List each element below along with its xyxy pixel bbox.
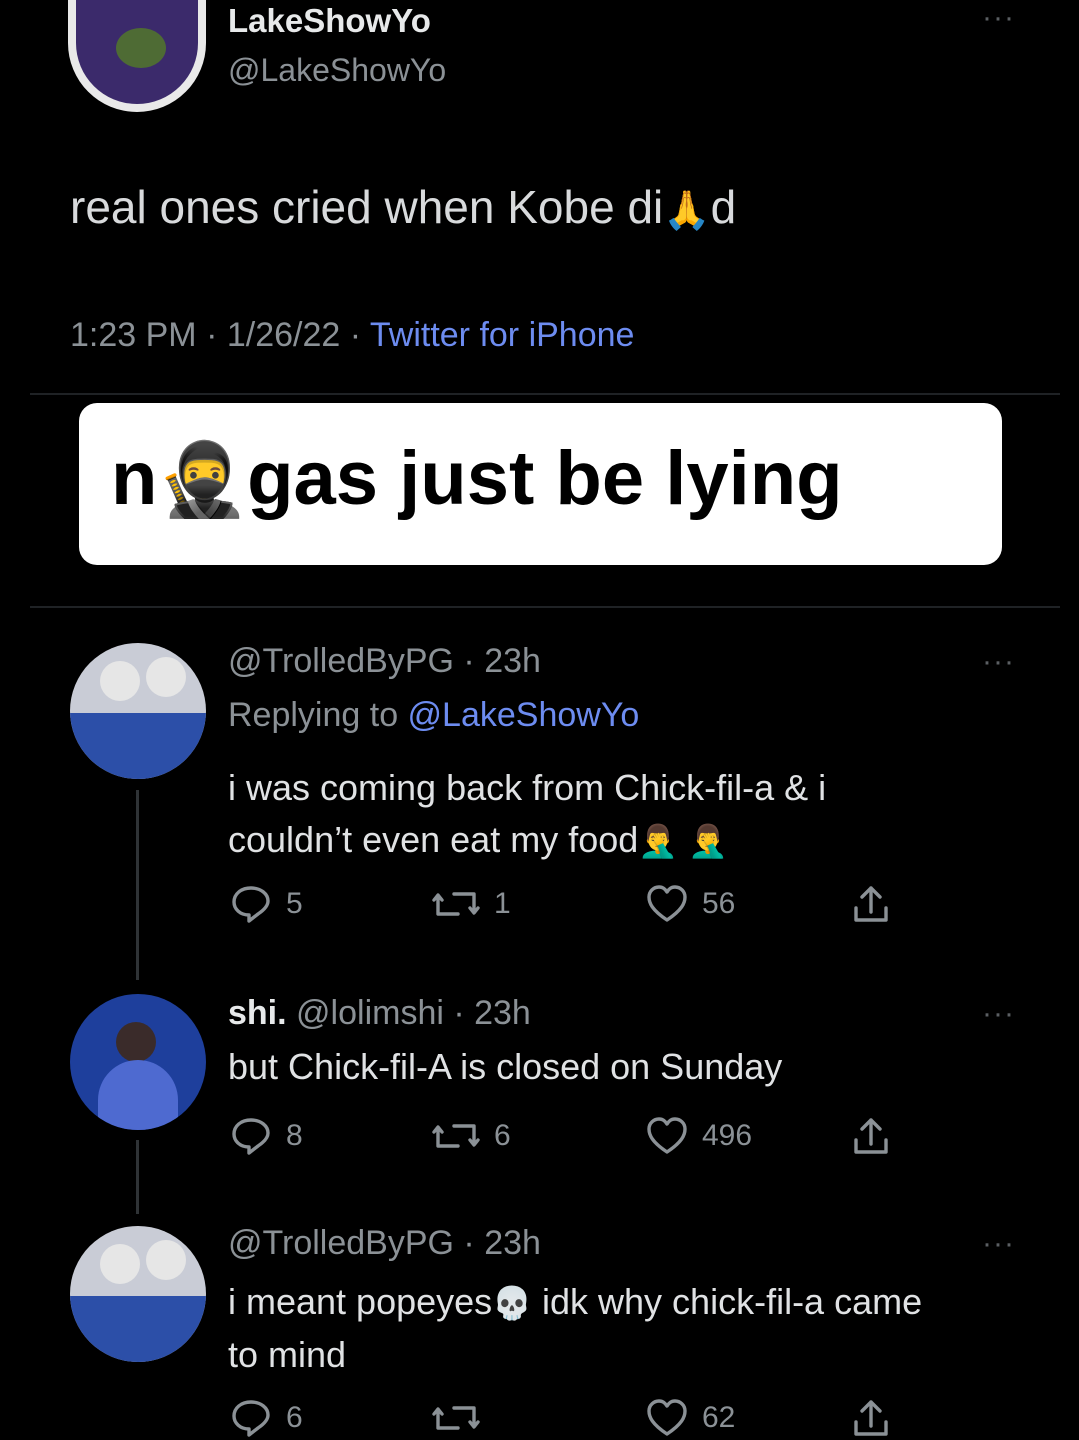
tweet-source-link[interactable]: Twitter for iPhone [370,316,635,354]
divider [30,606,1060,608]
replying-to-handle[interactable]: @LakeShowYo [408,696,640,734]
reply-icon [232,1400,270,1437]
reply-avatar[interactable] [70,1226,206,1362]
author-display-name[interactable]: LakeShowYo [228,2,431,40]
reply-count: 5 [286,887,303,920]
like-count: 56 [702,887,736,920]
retweet-count: 1 [494,887,511,920]
divider [30,393,1060,395]
like-button[interactable]: 496 [646,1116,752,1156]
more-icon[interactable]: ··· [982,647,1015,677]
author-handle[interactable]: @LakeShowYo [228,52,446,89]
like-icon [647,885,687,922]
reply-avatar[interactable] [70,994,206,1130]
more-icon[interactable]: ··· [982,1229,1015,1259]
reply-icon [232,886,270,923]
share-icon [854,1118,888,1154]
tweet-meta: 1:23 PM · 1/26/22 · Twitter for iPhone [70,316,634,355]
like-button[interactable]: 62 [646,1398,735,1438]
reply-display-name[interactable]: shi. [228,994,287,1032]
like-count: 496 [702,1119,753,1152]
ninja-emoji: 🥷 [157,437,248,521]
like-count: 62 [702,1401,736,1434]
facepalm-emoji: 🤦‍♂️ 🤦‍♂️ [638,822,729,860]
retweet-icon [432,892,480,916]
reply-button[interactable]: 8 [230,1116,303,1156]
reply-text: i meant popeyes💀 idk why chick-fil-a cam… [228,1281,923,1375]
thread-line [136,790,139,980]
more-icon[interactable]: ··· [982,999,1015,1029]
share-button[interactable] [850,1116,892,1158]
pray-emoji: 🙏 [663,188,711,232]
avatar-image [76,0,198,104]
like-button[interactable]: 56 [646,884,735,924]
caption-text: n🥷gas just be lying [111,436,843,521]
share-icon [854,886,888,922]
skull-emoji: 💀 [492,1284,533,1322]
reply-avatar[interactable] [70,643,206,779]
thread-line [136,1140,139,1214]
retweet-count: 6 [494,1119,511,1152]
reply-button[interactable]: 6 [230,1398,303,1438]
like-icon [647,1117,687,1154]
reply-handle-line[interactable]: @TrolledByPG · 23h [228,642,541,681]
reply-handle-line[interactable]: @TrolledByPG · 23h [228,1224,541,1263]
retweet-button[interactable]: 1 [432,886,511,922]
reply-icon [232,1118,270,1155]
retweet-icon [432,1124,480,1148]
tweet-timestamp[interactable]: 1:23 PM · 1/26/22 · [70,316,370,354]
reply-text: i was coming back from Chick-fil-a & i c… [228,767,827,860]
replying-to: Replying to @LakeShowYo [228,696,640,734]
reply-button[interactable]: 5 [230,884,303,924]
share-button[interactable] [850,884,892,926]
like-icon [647,1399,687,1436]
reply-text: but Chick-fil-A is closed on Sunday [228,1046,783,1087]
retweet-icon [432,1406,480,1430]
reply-author-line: shi. @lolimshi · 23h [228,994,531,1033]
share-button[interactable] [850,1398,892,1440]
reply-handle-line[interactable]: @lolimshi · 23h [296,994,531,1032]
caption-box: n🥷gas just be lying [79,403,1002,565]
tweet-text: real ones cried when Kobe di🙏d [70,181,737,233]
author-avatar[interactable] [68,0,206,112]
reply-count: 8 [286,1119,303,1152]
share-icon [854,1400,888,1436]
reply-count: 6 [286,1401,303,1434]
retweet-button[interactable]: 6 [432,1118,511,1154]
retweet-button[interactable] [432,1400,480,1436]
more-icon[interactable]: ··· [982,3,1015,33]
